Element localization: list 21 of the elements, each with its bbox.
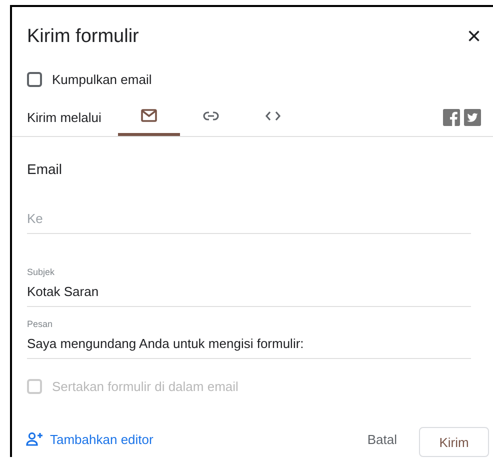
add-editor-link[interactable]: Tambahkan editor bbox=[26, 432, 154, 446]
field-label: Pesan bbox=[27, 319, 54, 329]
close-button[interactable]: × bbox=[462, 25, 485, 49]
facebook-icon[interactable] bbox=[443, 108, 460, 126]
link-icon bbox=[203, 110, 220, 120]
envelope-icon bbox=[141, 109, 158, 122]
input-field[interactable]: Ke bbox=[27, 211, 471, 233]
dialog-title: Kirim formulir bbox=[27, 26, 140, 48]
twitter-icon[interactable] bbox=[464, 108, 481, 126]
send-button[interactable]: Kirim bbox=[419, 427, 489, 457]
checkbox-label: Sertakan formulir di dalam email bbox=[52, 379, 238, 394]
checkbox[interactable] bbox=[27, 72, 42, 87]
input-field[interactable]: Kotak Saran bbox=[27, 284, 471, 306]
checkbox-label: Kumpulkan email bbox=[52, 72, 152, 87]
input-field[interactable]: Saya mengundang Anda untuk mengisi formulir: bbox=[27, 336, 471, 358]
add-person-icon bbox=[26, 432, 44, 446]
cancel-button[interactable]: Batal bbox=[361, 430, 403, 448]
code-icon bbox=[265, 110, 282, 120]
section-heading: Email bbox=[27, 161, 64, 177]
send-via-label: Kirim melalui bbox=[27, 110, 102, 124]
field-label: Subjek bbox=[27, 267, 56, 277]
